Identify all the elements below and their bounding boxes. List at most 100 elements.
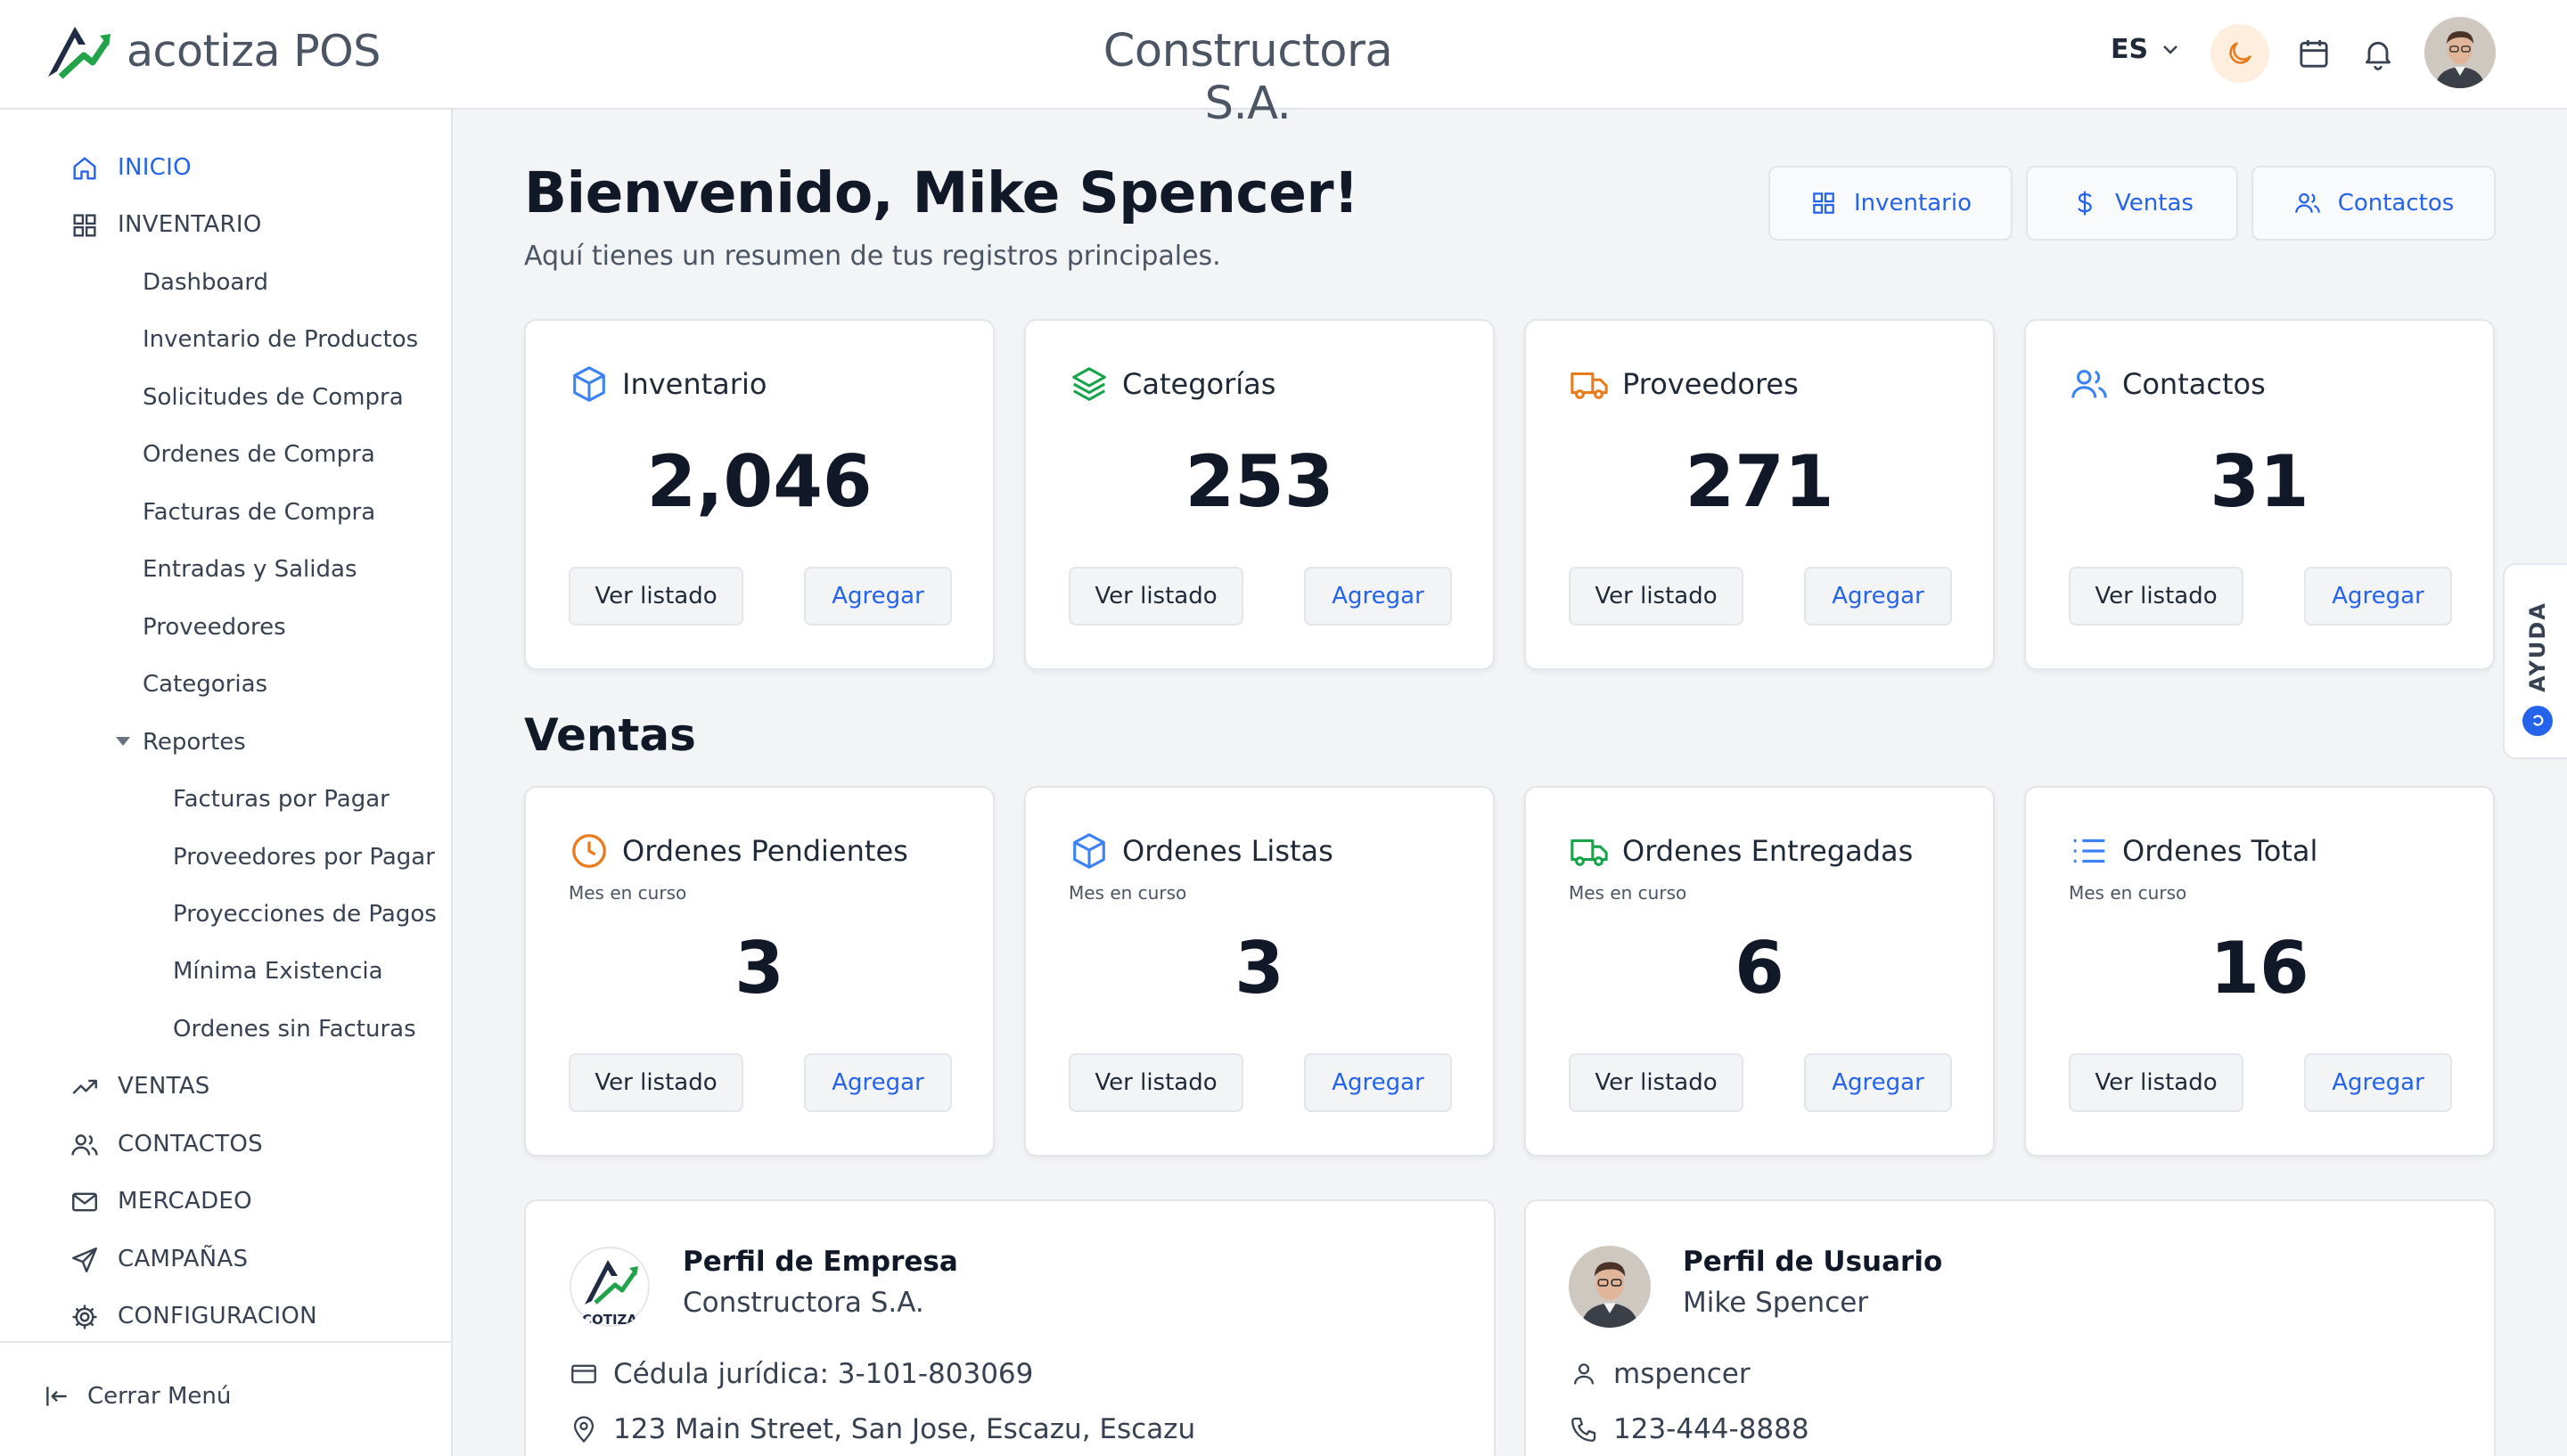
user-profile-photo bbox=[1569, 1246, 1651, 1328]
sidebar-item-label: INICIO bbox=[118, 154, 192, 181]
card-header: Inventario bbox=[569, 364, 767, 405]
sidebar-item-reportes[interactable]: Reportes bbox=[0, 720, 246, 765]
card-title: Categorías bbox=[1122, 367, 1276, 401]
help-icon bbox=[2522, 706, 2553, 736]
user-phone-row: 123-444-8888 bbox=[1569, 1413, 1809, 1445]
user-icon bbox=[1573, 1363, 1595, 1385]
users-icon bbox=[2294, 192, 2320, 213]
card-value: 253 bbox=[1185, 440, 1334, 523]
calendar-button[interactable] bbox=[2294, 34, 2333, 73]
card-title: Contactos bbox=[2122, 367, 2266, 401]
sidebar-item-categorias[interactable]: Categorias bbox=[0, 662, 267, 707]
sidebar-item-contactos[interactable]: CONTACTOS bbox=[0, 1122, 263, 1166]
sidebar-item-ordenes-sin-facturas[interactable]: Ordenes sin Facturas bbox=[0, 1007, 416, 1051]
app-logo[interactable]: acotiza POS bbox=[45, 21, 381, 80]
sales-card-listas: Ordenes Listas Mes en curso 3 Ver listad… bbox=[1024, 786, 1495, 1157]
quick-link-contactos[interactable]: Contactos bbox=[2251, 166, 2496, 241]
sidebar-item-inventario[interactable]: INVENTARIO bbox=[0, 202, 262, 247]
card-title: Proveedores bbox=[1622, 367, 1799, 401]
help-tab[interactable]: AYUDA bbox=[2503, 563, 2567, 759]
card-title: Ordenes Total bbox=[2122, 834, 2318, 868]
sidebar-item-solicitudes-compra[interactable]: Solicitudes de Compra bbox=[0, 375, 404, 420]
welcome-subtitle: Aquí tienes un resumen de tus registros … bbox=[524, 241, 1221, 272]
add-button[interactable]: Agregar bbox=[1804, 1053, 1952, 1112]
company-logo-icon: COTIZA bbox=[570, 1247, 650, 1328]
card-title: Ordenes Entregadas bbox=[1622, 834, 1914, 868]
add-button[interactable]: Agregar bbox=[2304, 1053, 2452, 1112]
card-value: 31 bbox=[2210, 440, 2309, 523]
user-avatar[interactable] bbox=[2424, 17, 2496, 88]
card-header: Ordenes Total bbox=[2069, 830, 2317, 871]
card-value: 6 bbox=[1735, 927, 1784, 1010]
sidebar-item-proveedores[interactable]: Proveedores bbox=[0, 605, 286, 650]
sidebar-item-label: CONTACTOS bbox=[118, 1131, 263, 1157]
company-profile-card: COTIZA Perfil de Empresa Constructora S.… bbox=[524, 1199, 1496, 1456]
card-header: Ordenes Pendientes bbox=[569, 830, 908, 871]
close-menu-label: Cerrar Menú bbox=[87, 1383, 232, 1410]
add-button[interactable]: Agregar bbox=[1304, 1053, 1452, 1112]
view-list-button[interactable]: Ver listado bbox=[2069, 1053, 2243, 1112]
map-pin-icon bbox=[573, 1416, 595, 1444]
sidebar-item-proyecciones-pagos[interactable]: Proyecciones de Pagos bbox=[0, 892, 437, 937]
sidebar-item-configuracion[interactable]: CONFIGURACION bbox=[0, 1294, 317, 1338]
company-logo: COTIZA bbox=[569, 1246, 651, 1328]
card-subtitle: Mes en curso bbox=[569, 882, 687, 904]
add-button[interactable]: Agregar bbox=[804, 1053, 952, 1112]
card-header: Categorías bbox=[1069, 364, 1275, 405]
add-button[interactable]: Agregar bbox=[2304, 567, 2452, 626]
clock-icon bbox=[572, 834, 606, 868]
sidebar-item-ordenes-compra[interactable]: Ordenes de Compra bbox=[0, 432, 375, 477]
add-button[interactable]: Agregar bbox=[804, 567, 952, 626]
card-header: Ordenes Entregadas bbox=[1569, 830, 1913, 871]
view-list-button[interactable]: Ver listado bbox=[569, 567, 743, 626]
sales-section-title: Ventas bbox=[524, 709, 696, 761]
close-menu-button[interactable]: Cerrar Menú bbox=[43, 1382, 231, 1411]
summary-card-categorias: Categorías 253 Ver listado Agregar bbox=[1024, 319, 1495, 670]
view-list-button[interactable]: Ver listado bbox=[1069, 567, 1243, 626]
view-list-button[interactable]: Ver listado bbox=[1569, 1053, 1743, 1112]
id-card-icon bbox=[571, 1364, 596, 1384]
view-list-button[interactable]: Ver listado bbox=[569, 1053, 743, 1112]
add-button[interactable]: Agregar bbox=[1304, 567, 1452, 626]
sidebar-item-proveedores-por-pagar[interactable]: Proveedores por Pagar bbox=[0, 835, 435, 879]
sidebar-item-minima-existencia[interactable]: Mínima Existencia bbox=[0, 949, 383, 994]
company-profile-title: Perfil de Empresa bbox=[683, 1246, 958, 1278]
quick-link-label: Ventas bbox=[2115, 190, 2194, 217]
card-title: Inventario bbox=[622, 367, 767, 401]
sidebar-item-inventario-productos[interactable]: Inventario de Productos bbox=[0, 317, 418, 362]
sidebar-item-ventas[interactable]: VENTAS bbox=[0, 1064, 210, 1108]
user-photo-icon bbox=[2424, 17, 2496, 88]
view-list-button[interactable]: Ver listado bbox=[1069, 1053, 1243, 1112]
company-title: Constructora S.A. bbox=[1103, 25, 1393, 130]
sales-card-pendientes: Ordenes Pendientes Mes en curso 3 Ver li… bbox=[524, 786, 995, 1157]
sidebar-item-facturas-compra[interactable]: Facturas de Compra bbox=[0, 490, 375, 535]
mail-icon bbox=[72, 1192, 97, 1212]
welcome-title: Bienvenido, Mike Spencer! bbox=[524, 160, 1359, 225]
card-value: 16 bbox=[2210, 927, 2309, 1010]
notifications-button[interactable] bbox=[2358, 34, 2398, 73]
sidebar-item-campanas[interactable]: CAMPAÑAS bbox=[0, 1237, 248, 1281]
help-circle-icon bbox=[2533, 715, 2544, 726]
box-icon bbox=[1073, 833, 1105, 869]
language-selector[interactable]: ES bbox=[2111, 34, 2178, 65]
card-value: 3 bbox=[734, 927, 784, 1010]
calendar-icon bbox=[2300, 40, 2328, 68]
sidebar-item-entradas-salidas[interactable]: Entradas y Salidas bbox=[0, 547, 357, 592]
card-subtitle: Mes en curso bbox=[1069, 882, 1187, 904]
sidebar-item-dashboard[interactable]: Dashboard bbox=[0, 260, 268, 305]
view-list-button[interactable]: Ver listado bbox=[1569, 567, 1743, 626]
theme-toggle-button[interactable] bbox=[2210, 24, 2269, 83]
view-list-button[interactable]: Ver listado bbox=[2069, 567, 2243, 626]
language-label: ES bbox=[2111, 34, 2149, 65]
card-header: Ordenes Listas bbox=[1069, 830, 1333, 871]
sidebar-item-inicio[interactable]: INICIO bbox=[0, 145, 192, 190]
add-button[interactable]: Agregar bbox=[1804, 567, 1952, 626]
quick-link-ventas[interactable]: Ventas bbox=[2026, 166, 2238, 241]
quick-link-label: Inventario bbox=[1854, 190, 1972, 217]
sidebar-item-mercadeo[interactable]: MERCADEO bbox=[0, 1179, 252, 1223]
help-label: AYUDA bbox=[2525, 601, 2550, 692]
truck-icon bbox=[1571, 372, 1608, 399]
sidebar-item-label: CONFIGURACION bbox=[118, 1303, 317, 1329]
quick-link-inventario[interactable]: Inventario bbox=[1768, 166, 2013, 241]
sidebar-item-facturas-por-pagar[interactable]: Facturas por Pagar bbox=[0, 777, 390, 822]
